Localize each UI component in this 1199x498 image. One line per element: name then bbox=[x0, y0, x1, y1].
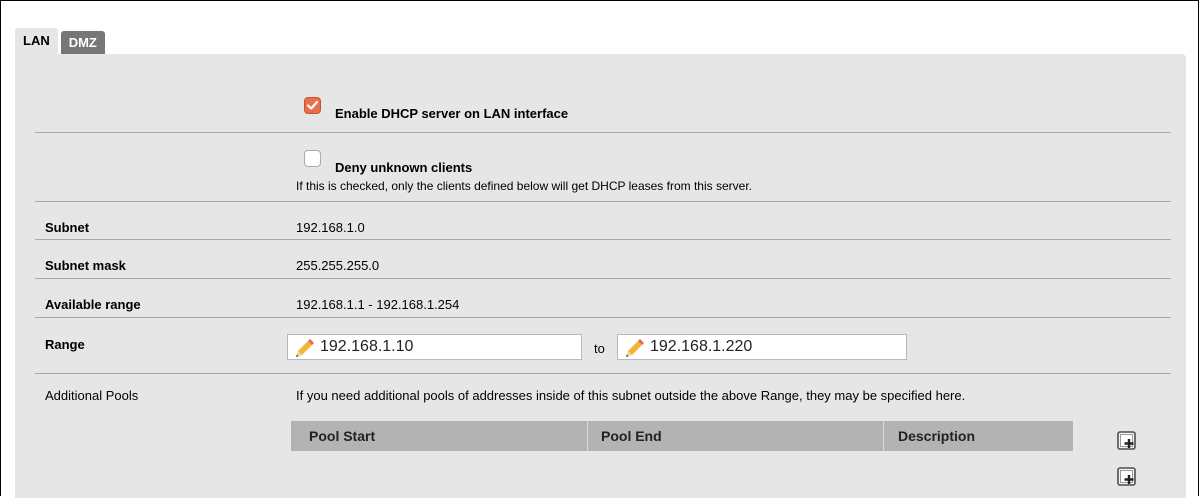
range-from-input[interactable]: 192.168.1.10 bbox=[287, 334, 582, 360]
deny-unknown-label: Deny unknown clients bbox=[335, 160, 473, 175]
enable-dhcp-checkbox[interactable] bbox=[304, 97, 321, 114]
range-to-value: 192.168.1.220 bbox=[650, 338, 753, 355]
column-divider bbox=[587, 421, 588, 451]
frame: LAN DMZ Enable DHCP server on LAN interf… bbox=[0, 0, 1199, 498]
subnet-mask-value: 255.255.255.0 bbox=[296, 258, 380, 273]
range-row: Range 192.168.1.10 to 192.168.1.220 bbox=[35, 318, 1171, 374]
checkmark-icon bbox=[306, 100, 319, 110]
subnet-mask-row: Subnet mask 255.255.255.0 bbox=[35, 240, 1171, 279]
pool-end-header: Pool End bbox=[601, 428, 662, 444]
add-row-icon bbox=[1117, 467, 1136, 486]
pool-start-header: Pool Start bbox=[309, 428, 376, 444]
range-label: Range bbox=[45, 337, 85, 352]
column-divider bbox=[883, 421, 884, 451]
add-row-icon bbox=[1117, 431, 1136, 450]
dhcp-settings-panel: Enable DHCP server on LAN interface Deny… bbox=[15, 54, 1186, 498]
add-pool-button[interactable] bbox=[1117, 431, 1137, 451]
available-range-row: Available range 192.168.1.1 - 192.168.1.… bbox=[35, 279, 1171, 318]
subnet-value: 192.168.1.0 bbox=[296, 220, 365, 235]
deny-unknown-checkbox[interactable] bbox=[304, 150, 321, 167]
pencil-icon bbox=[296, 339, 314, 357]
subnet-row: Subnet 192.168.1.0 bbox=[35, 202, 1171, 240]
description-header: Description bbox=[898, 428, 976, 444]
tab-lan[interactable]: LAN bbox=[15, 28, 58, 54]
deny-unknown-row: Deny unknown clients If this is checked,… bbox=[35, 133, 1171, 202]
pool-table-header: Pool Start Pool End Description bbox=[291, 421, 1073, 451]
range-to-label: to bbox=[594, 341, 605, 356]
tab-dmz[interactable]: DMZ bbox=[60, 31, 105, 54]
available-range-label: Available range bbox=[45, 297, 141, 312]
pencil-icon bbox=[626, 339, 644, 357]
enable-dhcp-label: Enable DHCP server on LAN interface bbox=[335, 106, 569, 121]
enable-dhcp-row: Enable DHCP server on LAN interface bbox=[35, 54, 1171, 133]
additional-pools-label: Additional Pools bbox=[45, 388, 139, 403]
range-from-value: 192.168.1.10 bbox=[320, 338, 414, 355]
add-pool-button-bottom[interactable] bbox=[1117, 467, 1137, 487]
deny-unknown-help: If this is checked, only the clients def… bbox=[296, 179, 752, 193]
range-to-input[interactable]: 192.168.1.220 bbox=[617, 334, 907, 360]
additional-pools-help: If you need additional pools of addresse… bbox=[296, 388, 966, 403]
available-range-value: 192.168.1.1 - 192.168.1.254 bbox=[296, 297, 460, 312]
tab-bar: LAN DMZ bbox=[15, 28, 105, 54]
subnet-label: Subnet bbox=[45, 220, 90, 235]
subnet-mask-label: Subnet mask bbox=[45, 258, 126, 273]
